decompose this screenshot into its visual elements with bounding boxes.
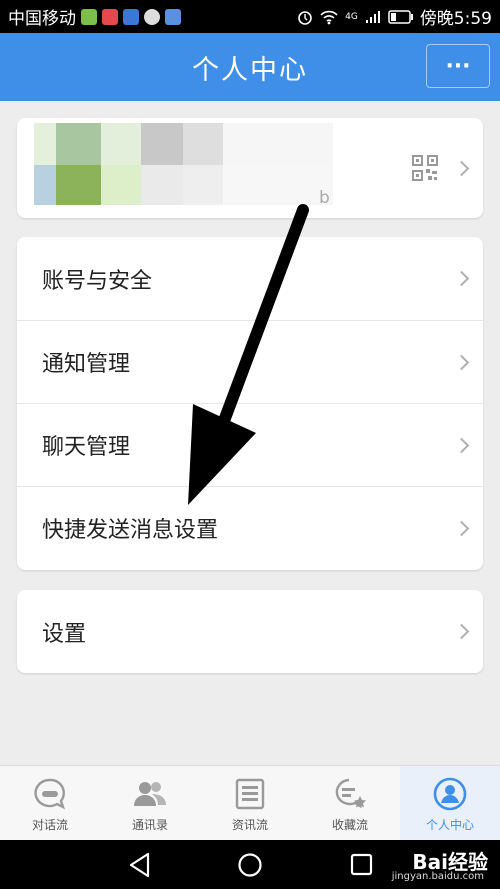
- tab-personal-center[interactable]: 个人中心: [400, 766, 500, 840]
- battery-icon: [388, 9, 413, 24]
- chevron-right-icon: [453, 520, 470, 537]
- user-profile-icon: [433, 777, 467, 811]
- system-navigation-bar: Bai经验 jingyan.baidu.com: [0, 840, 500, 889]
- more-options-button[interactable]: ···: [426, 44, 490, 88]
- profile-id-text: b: [319, 188, 330, 208]
- bottom-tab-bar: 对话流 通讯录 资讯流 收藏流 个人中心: [0, 765, 500, 840]
- chevron-right-icon: [453, 623, 470, 640]
- app-notification-icon: [81, 8, 97, 25]
- wifi-icon: [320, 10, 338, 24]
- network-type: 4G: [345, 11, 358, 22]
- app-notification-icon: [165, 8, 181, 25]
- chevron-right-icon: [453, 437, 470, 454]
- menu-item-settings[interactable]: 设置: [17, 590, 483, 673]
- chat-bubble-icon: [144, 8, 160, 25]
- clock: 傍晚5:59: [419, 9, 492, 29]
- watermark-url: jingyan.baidu.com: [391, 871, 484, 882]
- tab-favorites[interactable]: 收藏流: [300, 766, 400, 840]
- app-header: 个人中心 ···: [0, 33, 500, 101]
- chevron-right-icon: [453, 160, 470, 177]
- recent-apps-icon[interactable]: [350, 853, 374, 877]
- app-notification-icon: [102, 8, 118, 25]
- menu-item-account-security[interactable]: 账号与安全: [17, 237, 483, 320]
- menu-item-quick-send-settings[interactable]: 快捷发送消息设置: [17, 486, 483, 569]
- profile-card[interactable]: b: [17, 118, 483, 218]
- carrier-label: 中国移动: [8, 9, 76, 29]
- chevron-right-icon: [453, 270, 470, 287]
- status-bar: 中国移动 4G 傍晚5:59: [0, 0, 500, 33]
- settings-card: 设置: [17, 590, 483, 673]
- chevron-right-icon: [453, 354, 470, 371]
- menu-item-notification-management[interactable]: 通知管理: [17, 320, 483, 403]
- qr-code-icon[interactable]: [412, 155, 438, 181]
- chat-bubble-icon: [34, 778, 66, 810]
- tab-news-stream[interactable]: 资讯流: [200, 766, 300, 840]
- tab-contacts[interactable]: 通讯录: [100, 766, 200, 840]
- back-icon[interactable]: [128, 852, 152, 878]
- contacts-icon: [134, 782, 166, 806]
- signal-icon: [365, 10, 380, 23]
- news-icon: [235, 778, 265, 810]
- alarm-icon: [298, 10, 312, 25]
- menu-card: 账号与安全 通知管理 聊天管理 快捷发送消息设置: [17, 237, 483, 570]
- page-title: 个人中心: [192, 54, 308, 86]
- more-icon: ···: [445, 53, 471, 79]
- menu-item-chat-management[interactable]: 聊天管理: [17, 403, 483, 486]
- tab-chat-stream[interactable]: 对话流: [0, 766, 100, 840]
- home-icon[interactable]: [237, 852, 263, 878]
- shield-icon: [123, 8, 139, 25]
- favorites-icon: [335, 778, 366, 809]
